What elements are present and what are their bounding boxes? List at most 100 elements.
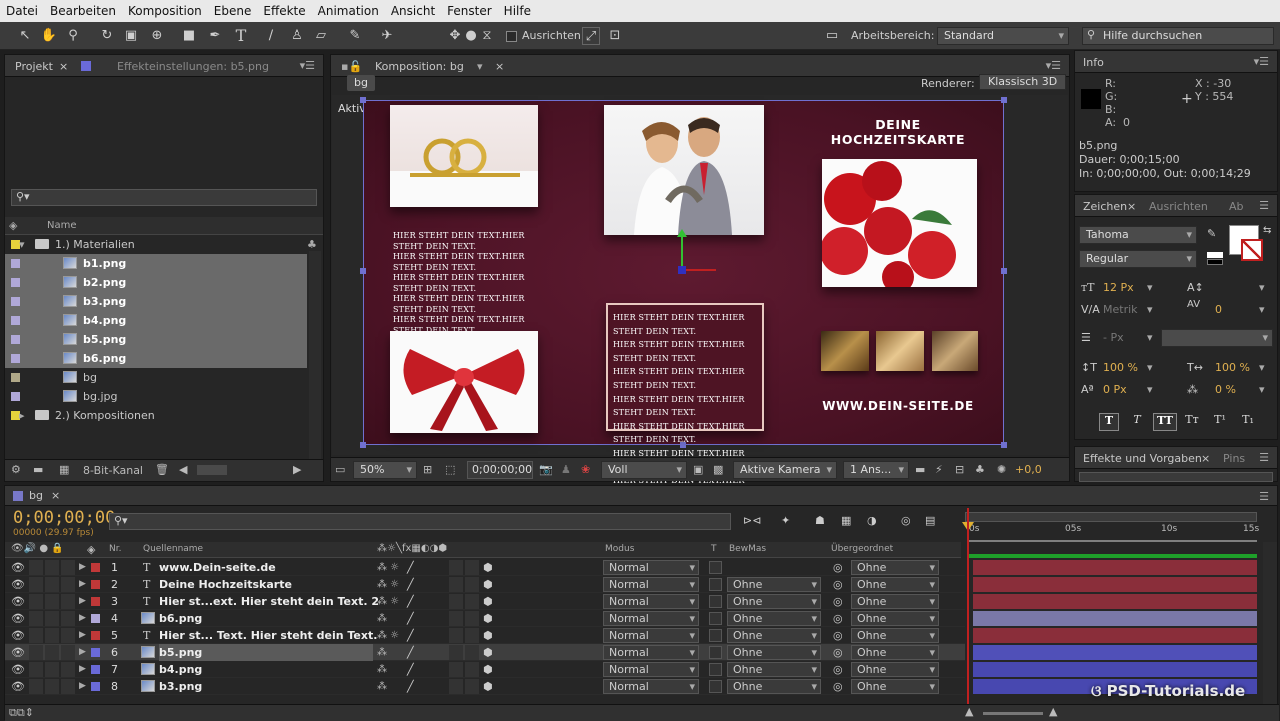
tab-effect-controls[interactable]: Effekteinstellungen: b5.png [117, 58, 269, 76]
panel-menu-icon[interactable]: ▾☰ [300, 59, 315, 72]
brush-tool-icon[interactable]: ∕ [262, 27, 280, 45]
column-trkmat[interactable]: BewMas [729, 544, 766, 554]
font-size-value[interactable]: 12 Px [1103, 281, 1134, 294]
project-item[interactable]: bg.jpg [5, 387, 307, 406]
chevron-down-icon[interactable]: ▾ [1259, 361, 1265, 374]
new-comp-icon[interactable]: ▦ [59, 463, 69, 476]
close-icon[interactable]: × [1127, 198, 1136, 216]
x-axis-gizmo[interactable] [682, 269, 716, 271]
project-item[interactable]: b6.png [5, 349, 307, 368]
selection-tool-icon[interactable]: ↖ [16, 27, 34, 45]
z-axis-gizmo[interactable] [678, 266, 686, 274]
chevron-down-icon[interactable]: ▾ [1147, 303, 1153, 316]
y-axis-gizmo[interactable] [681, 232, 683, 270]
label-color-swatch[interactable] [11, 354, 20, 363]
project-item[interactable]: b5.png [5, 330, 307, 349]
channel-icon[interactable]: ❀ [581, 463, 590, 476]
faux-italic-button[interactable]: T [1127, 413, 1147, 431]
label-color-swatch[interactable] [11, 373, 20, 382]
view-axis-icon[interactable]: ⧖ [478, 27, 496, 45]
exposure-value[interactable]: +0,0 [1015, 463, 1042, 476]
composition-viewport[interactable]: Aktive Kamera HIER STEHT DEIN TEXT.HIER … [332, 95, 1068, 553]
layer-duration-bar[interactable] [973, 577, 1257, 592]
font-style-dropdown[interactable]: Regular [1079, 250, 1197, 268]
pan-behind-tool-icon[interactable]: ⊕ [148, 27, 166, 45]
work-area-bar[interactable] [967, 540, 1257, 542]
project-item[interactable]: b4.png [5, 311, 307, 330]
puppet-tool-icon[interactable]: ✈ [378, 27, 396, 45]
trash-icon[interactable]: 🗑 [155, 463, 169, 476]
rotate-tool-icon[interactable]: ↻ [98, 27, 116, 45]
current-time-display[interactable]: 0;00;00;00 [13, 508, 115, 528]
current-time-field[interactable]: 0;00;00;00 [467, 461, 533, 479]
kerning-value[interactable]: Metrik [1103, 303, 1138, 316]
pen-tool-icon[interactable]: ✒ [206, 27, 224, 45]
stroke-style-dropdown[interactable] [1161, 329, 1273, 347]
view-dropdown[interactable]: Aktive Kamera [733, 461, 837, 479]
chevron-down-icon[interactable]: ▾ [1147, 361, 1153, 374]
bit-depth-label[interactable]: 8-Bit-Kanal [83, 464, 143, 477]
eyedropper-icon[interactable]: ✎ [1207, 227, 1216, 240]
interpret-footage-icon[interactable]: ⚙ [11, 463, 21, 476]
snap-icon[interactable]: ⤢ [582, 27, 600, 45]
transform-handle[interactable] [1001, 268, 1007, 274]
project-search-input[interactable]: ⚲▾ [11, 189, 317, 206]
tab-project[interactable]: Projekt [15, 58, 53, 76]
small-caps-button[interactable]: Tт [1181, 413, 1203, 431]
eraser-tool-icon[interactable]: ▱ [312, 27, 330, 45]
shy-layers-icon[interactable]: ☗ [815, 514, 825, 527]
chevron-down-icon[interactable]: ▾ [1147, 331, 1153, 344]
zoom-tool-icon[interactable]: ⚲ [64, 27, 82, 45]
layer-duration-bar[interactable] [973, 662, 1257, 677]
always-preview-icon[interactable]: ▭ [335, 463, 345, 476]
tab-character[interactable]: Zeichen [1083, 198, 1127, 216]
tab-composition[interactable]: Komposition: bg [375, 58, 464, 76]
chevron-down-icon[interactable]: ▾ [1147, 383, 1153, 396]
safe-margins-icon[interactable]: ⊞ [423, 463, 432, 476]
align-checkbox[interactable] [506, 29, 517, 42]
time-ruler[interactable]: 0s 05s 10s 15s [961, 508, 1259, 558]
column-parent[interactable]: Übergeordnet [831, 544, 893, 554]
name-column-header[interactable]: Name [47, 220, 77, 231]
zoom-in-icon[interactable]: ▲ [1049, 705, 1057, 718]
chevron-down-icon[interactable]: ▾ [477, 58, 483, 76]
snap-options-icon[interactable]: ⊡ [606, 27, 624, 45]
close-icon[interactable]: × [51, 487, 60, 505]
layer-duration-bar[interactable] [973, 628, 1257, 643]
tab-pins[interactable]: Pins [1223, 450, 1245, 468]
transform-handle[interactable] [1001, 442, 1007, 448]
snapshot-camera-icon[interactable]: 📷 [539, 463, 553, 476]
timeline-zoom-slider[interactable] [983, 712, 1043, 715]
layer-duration-bar[interactable] [973, 645, 1257, 660]
lock-icon[interactable]: ▪🔓 [341, 58, 362, 76]
brainstorm-icon[interactable]: ▤ [925, 514, 935, 527]
region-of-interest-icon[interactable]: ▣ [693, 463, 703, 476]
menu-datei[interactable]: Datei [0, 4, 44, 18]
hand-tool-icon[interactable]: ✋ [40, 27, 58, 45]
project-item[interactable]: ▾ 1.) Materialien ♣ [5, 235, 317, 254]
scroll-left-icon[interactable]: ◀ [179, 463, 187, 476]
menu-hilfe[interactable]: Hilfe [498, 4, 537, 18]
show-snapshot-icon[interactable]: ♟ [561, 463, 571, 476]
mask-visibility-icon[interactable]: ⬚ [445, 463, 455, 476]
chevron-down-icon[interactable]: ▾ [1259, 281, 1265, 294]
fast-preview-icon[interactable]: ⚡ [935, 463, 943, 476]
transform-handle[interactable] [1001, 97, 1007, 103]
close-icon[interactable]: × [495, 58, 504, 76]
subscript-button[interactable]: T₁ [1237, 413, 1259, 431]
black-swatch[interactable] [1207, 259, 1223, 265]
timeline-search-input[interactable]: ⚲▾ [109, 513, 731, 530]
column-nr[interactable]: Nr. [109, 544, 121, 554]
project-item[interactable]: b1.png [5, 254, 307, 273]
chevron-down-icon[interactable]: ▾ [1259, 303, 1265, 316]
menu-bearbeiten[interactable]: Bearbeiten [44, 4, 122, 18]
project-scrollbar[interactable] [309, 251, 321, 459]
disclosure-triangle-icon[interactable]: ▸ [19, 406, 25, 425]
tab-abstract[interactable]: Ab [1229, 198, 1244, 216]
menu-fenster[interactable]: Fenster [441, 4, 498, 18]
swap-colors-icon[interactable]: ⇆ [1263, 225, 1271, 236]
draft-3d-icon[interactable]: ✦ [781, 514, 790, 527]
label-color-swatch[interactable] [11, 297, 20, 306]
superscript-button[interactable]: T¹ [1209, 413, 1231, 431]
clone-stamp-tool-icon[interactable]: ♙ [288, 27, 306, 45]
